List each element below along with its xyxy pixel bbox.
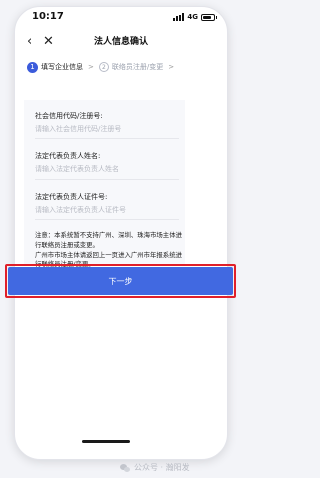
notice-line-1: 注意：本系统暂不支持广州、深圳、珠海市场主体进行联络员注册或变更。 — [35, 231, 182, 249]
legal-rep-id-label: 法定代表负责人证件号: — [35, 193, 108, 201]
step-2-label: 联络员注册/变更 — [111, 63, 164, 71]
status-icons: 4G — [173, 13, 217, 21]
battery-icon — [201, 13, 217, 21]
step-indicator: 1 填写企业信息 > 2 联络员注册/变更 > — [27, 59, 219, 75]
signal-icon — [173, 13, 185, 21]
status-time: 10:17 — [32, 11, 64, 22]
credit-code-input[interactable] — [35, 123, 165, 135]
step-1-number: 1 — [27, 61, 38, 73]
network-type: 4G — [187, 13, 198, 21]
nav-bar: ‹ ✕ 法人信息确认 — [15, 31, 227, 53]
step-1-label: 填写企业信息 — [41, 63, 83, 71]
divider — [35, 219, 179, 220]
legal-rep-name-label: 法定代表负责人姓名: — [35, 152, 101, 160]
watermark: 公众号 · 瀚阳发 — [120, 462, 190, 473]
status-bar: 10:17 4G — [15, 7, 227, 29]
step-separator: > — [88, 63, 94, 71]
step-2-number: 2 — [98, 62, 109, 72]
step-separator-2: > — [168, 63, 175, 71]
wechat-icon — [120, 463, 130, 472]
credit-code-label: 社会信用代码/注册号: — [35, 112, 103, 120]
divider — [35, 179, 179, 180]
form-card: 社会信用代码/注册号: 法定代表负责人姓名: 法定代表负责人证件号: 注意：本系… — [24, 100, 185, 268]
legal-rep-id-input[interactable] — [35, 204, 165, 216]
home-indicator — [82, 440, 130, 443]
page-title: 法人信息确认 — [93, 37, 148, 47]
watermark-text: 公众号 · 瀚阳发 — [134, 463, 190, 472]
divider — [35, 138, 179, 139]
next-step-button[interactable]: 下一步 — [8, 267, 233, 295]
legal-rep-name-input[interactable] — [35, 163, 165, 175]
